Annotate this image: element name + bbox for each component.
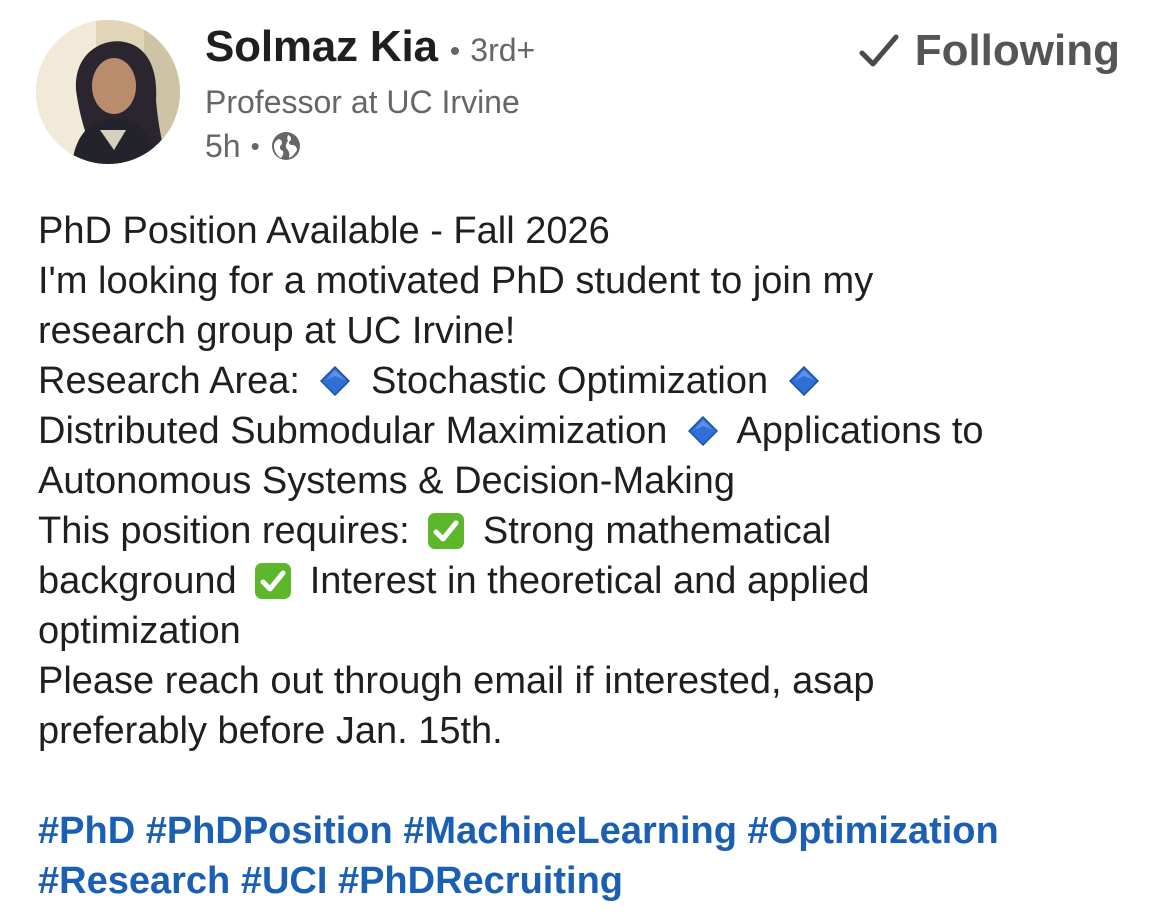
globe-icon — [270, 130, 302, 162]
following-label: Following — [914, 26, 1120, 75]
checkmark-icon — [857, 29, 901, 73]
post-timestamp: 5h — [205, 127, 241, 164]
connection-degree: 3rd+ — [470, 32, 536, 68]
hashtag-link[interactable]: #MachineLearning — [403, 810, 737, 852]
post-title: PhD Position Available - Fall 2026 — [38, 210, 610, 252]
research-area-line: Autonomous Systems & Decision-Making — [38, 460, 735, 502]
post-text-line: research group at UC Irvine! — [38, 310, 516, 352]
requirements-line: This position requires: Strong mathemati… — [38, 506, 1148, 556]
requirement-item: background — [38, 560, 237, 602]
research-area-line: Distributed Submodular Maximization Appl… — [38, 406, 1148, 456]
following-button[interactable]: Following — [857, 26, 1120, 76]
author-name[interactable]: Solmaz Kia — [205, 22, 438, 72]
post-body: PhD Position Available - Fall 2026 I'm l… — [38, 206, 1148, 756]
hashtag-link[interactable]: #Optimization — [748, 810, 999, 852]
post-meta: 5h • — [205, 124, 535, 168]
hashtag-line: #PhD #PhDPosition #MachineLearning #Opti… — [38, 806, 1148, 856]
author-name-row: Solmaz Kia • 3rd+ — [205, 22, 535, 78]
research-area-item: Stochastic Optimization — [371, 360, 769, 402]
research-area-item: Applications to — [736, 410, 984, 452]
check-box-icon — [426, 511, 466, 551]
hashtag-link[interactable]: #PhDPosition — [146, 810, 393, 852]
hashtag-link[interactable]: #Research — [38, 860, 230, 902]
avatar[interactable] — [36, 20, 180, 164]
blue-diamond-icon — [687, 409, 718, 447]
separator-dot: • — [250, 130, 260, 161]
author-headline: Professor at UC Irvine — [205, 84, 520, 120]
post-text-line: I'm looking for a motivated PhD student … — [38, 260, 874, 302]
post-header: Solmaz Kia • 3rd+ Professor at UC Irvine… — [0, 0, 1170, 180]
requirement-item: Interest in theoretical and applied — [309, 560, 870, 602]
requirements-line: optimization — [38, 610, 241, 652]
separator-dot: • — [449, 35, 461, 68]
requirements-line: background Interest in theoretical and a… — [38, 556, 1148, 606]
check-box-icon — [253, 561, 293, 601]
research-area-item: Distributed Submodular Maximization — [38, 410, 668, 452]
requirement-item: Strong mathematical — [482, 510, 832, 552]
research-area-line: Research Area: Stochastic Optimization — [38, 356, 1148, 406]
hashtag-link[interactable]: #PhD — [38, 810, 135, 852]
hashtag-link[interactable]: #UCI — [241, 860, 328, 902]
research-area-label: Research Area: — [38, 360, 300, 402]
hashtag-link[interactable]: #PhDRecruiting — [338, 860, 623, 902]
requirements-label: This position requires: — [38, 510, 410, 552]
hashtags: #PhD #PhDPosition #MachineLearning #Opti… — [38, 806, 1148, 906]
contact-line: preferably before Jan. 15th. — [38, 710, 503, 752]
author-block: Solmaz Kia • 3rd+ Professor at UC Irvine… — [205, 22, 535, 168]
contact-line: Please reach out through email if intere… — [38, 660, 875, 702]
blue-diamond-icon — [788, 359, 819, 397]
hashtag-line: #Research #UCI #PhDRecruiting — [38, 856, 1148, 906]
blue-diamond-icon — [320, 359, 351, 397]
